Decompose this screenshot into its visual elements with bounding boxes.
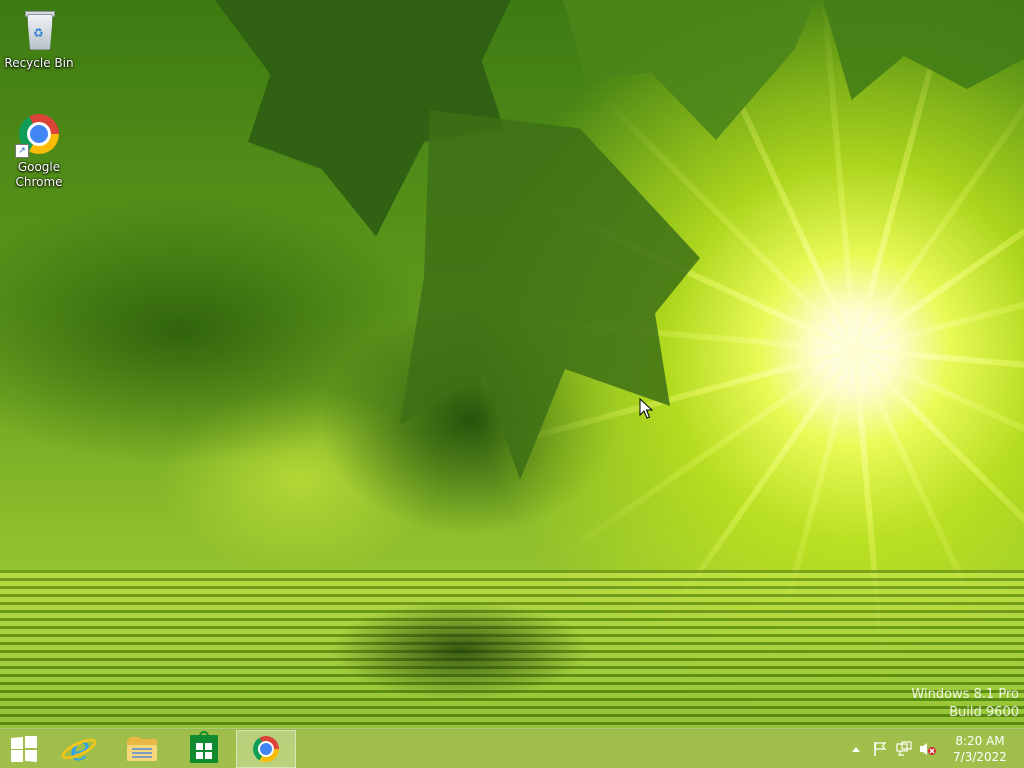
desktop-icon-recycle-bin[interactable]: ♻ Recycle Bin bbox=[2, 6, 76, 71]
watermark-edition: Windows 8.1 Pro bbox=[911, 687, 1019, 702]
windows-logo-icon bbox=[11, 736, 37, 762]
taskbar: e 8:20 AM 7/3/2022 bbox=[0, 728, 1024, 768]
watermark-build: Build 9600 bbox=[949, 705, 1019, 720]
clock-date: 7/3/2022 bbox=[953, 750, 1007, 764]
taskbar-internet-explorer-button[interactable]: e bbox=[50, 730, 110, 768]
desktop-icon-label: Google Chrome bbox=[15, 160, 63, 189]
desktop[interactable]: ♻ Recycle Bin ↗ Google Chrome Windows 8.… bbox=[0, 0, 1024, 768]
desktop-icon-label: Recycle Bin bbox=[4, 56, 74, 70]
store-icon bbox=[190, 731, 218, 763]
taskbar-store-button[interactable] bbox=[174, 730, 234, 768]
network-icon[interactable] bbox=[892, 737, 916, 761]
taskbar-file-explorer-button[interactable] bbox=[112, 730, 172, 768]
volume-muted-icon[interactable] bbox=[916, 737, 940, 761]
wallpaper-water-reflection bbox=[330, 600, 590, 700]
action-center-flag-icon[interactable] bbox=[868, 737, 892, 761]
windows-watermark: Windows 8.1 Pro Build 9600 bbox=[911, 686, 1019, 722]
chrome-icon bbox=[253, 736, 279, 762]
start-button[interactable] bbox=[0, 730, 48, 768]
chrome-icon: ↗ bbox=[15, 110, 63, 158]
wallpaper-leaf bbox=[400, 110, 700, 480]
taskbar-chrome-button[interactable] bbox=[236, 730, 296, 768]
shortcut-arrow-icon: ↗ bbox=[15, 144, 29, 158]
clock-time: 8:20 AM bbox=[955, 734, 1005, 748]
show-hidden-icons-icon[interactable] bbox=[844, 737, 868, 761]
taskbar-clock[interactable]: 8:20 AM 7/3/2022 bbox=[944, 733, 1016, 765]
desktop-icon-google-chrome[interactable]: ↗ Google Chrome bbox=[2, 110, 76, 190]
wallpaper-leaf bbox=[560, 0, 820, 140]
system-tray: 8:20 AM 7/3/2022 bbox=[844, 729, 1024, 768]
mouse-cursor-icon bbox=[639, 398, 653, 419]
recycle-bin-icon: ♻ bbox=[15, 6, 63, 54]
file-explorer-icon bbox=[127, 737, 157, 761]
wallpaper-sun-ray bbox=[852, 53, 1024, 352]
